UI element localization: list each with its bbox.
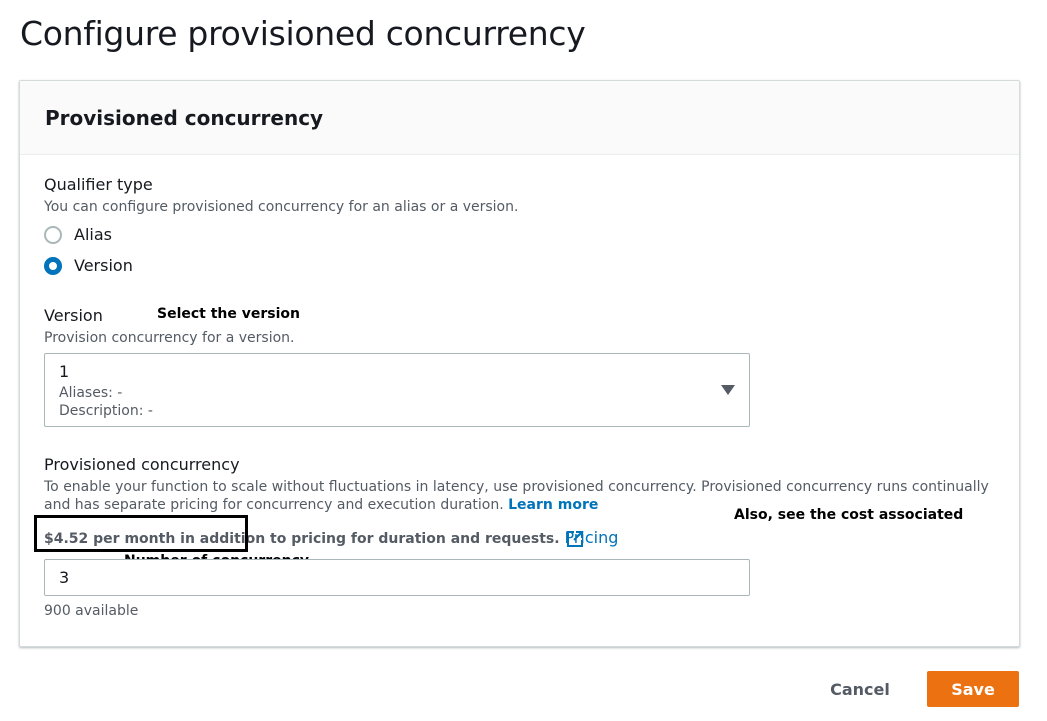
- cost-rest: to pricing for duration and requests.: [265, 531, 560, 547]
- panel-header: Provisioned concurrency: [20, 81, 1019, 155]
- page-title: Configure provisioned concurrency: [20, 14, 586, 53]
- annotation-see-cost: Also, see the cost associated: [734, 507, 964, 523]
- external-link-icon[interactable]: [566, 530, 584, 548]
- version-select-value: 1: [59, 362, 70, 381]
- version-radio-label[interactable]: Version: [74, 256, 133, 275]
- concurrency-available: 900 available: [44, 603, 139, 619]
- version-radio[interactable]: [44, 257, 62, 275]
- qualifier-type-label: Qualifier type: [44, 175, 153, 194]
- cost-highlight-box: [34, 515, 248, 552]
- annotation-select-version: Select the version: [157, 306, 301, 322]
- cancel-button[interactable]: Cancel: [818, 671, 902, 707]
- version-select[interactable]: 1 Aliases: - Description: -: [44, 353, 750, 427]
- version-select-description: Description: -: [59, 403, 153, 419]
- version-label: Version: [44, 306, 103, 325]
- alias-radio[interactable]: [44, 226, 62, 244]
- qualifier-type-description: You can configure provisioned concurrenc…: [44, 199, 519, 215]
- concurrency-input[interactable]: [44, 559, 750, 596]
- chevron-down-icon[interactable]: [721, 385, 735, 395]
- concurrency-label: Provisioned concurrency: [44, 455, 240, 474]
- learn-more-link[interactable]: Learn more: [508, 497, 598, 513]
- alias-radio-label[interactable]: Alias: [74, 225, 112, 244]
- version-description: Provision concurrency for a version.: [44, 330, 295, 346]
- save-button[interactable]: Save: [927, 671, 1019, 707]
- version-select-aliases: Aliases: -: [59, 385, 123, 401]
- panel-title: Provisioned concurrency: [45, 106, 324, 130]
